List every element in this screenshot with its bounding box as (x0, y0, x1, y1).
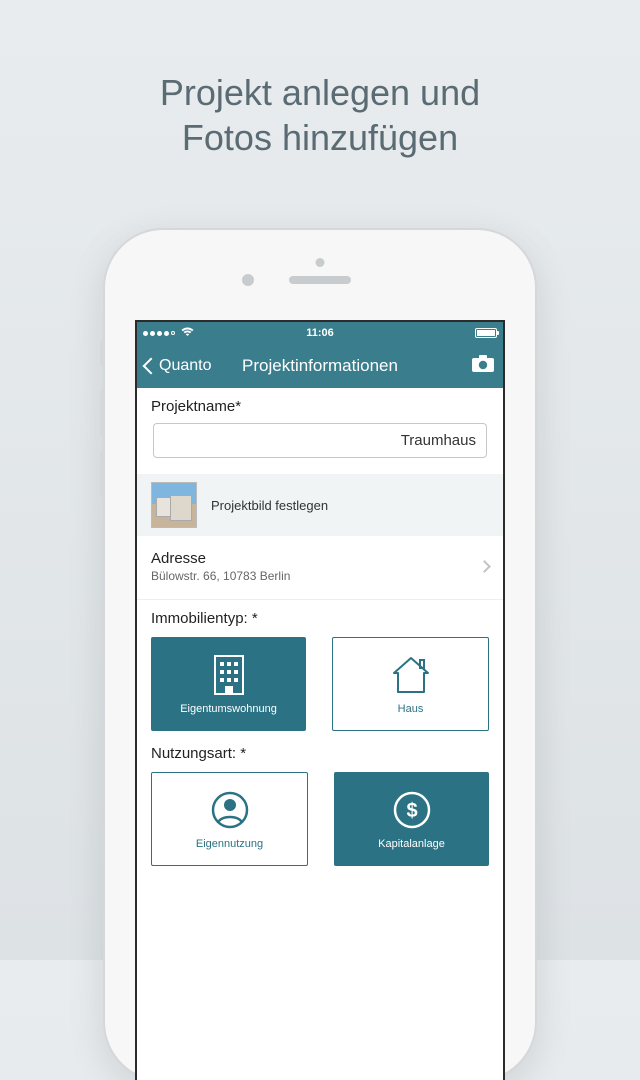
address-label: Adresse (151, 550, 480, 567)
promo-line1: Projekt anlegen und (0, 70, 640, 115)
tile-label: Eigentumswohnung (180, 703, 277, 715)
project-image-row[interactable]: Projektbild festlegen (137, 474, 503, 536)
project-image-thumb (151, 482, 197, 528)
screen: 11:06 Quanto Projektinformationen Projek… (135, 320, 505, 1080)
tile-label: Eigennutzung (196, 838, 263, 850)
phone-frame: 11:06 Quanto Projektinformationen Projek… (105, 230, 535, 1080)
projectname-value: Traumhaus (401, 432, 476, 449)
back-button[interactable]: Quanto (145, 357, 211, 375)
chevron-left-icon (143, 358, 160, 375)
status-bar: 11:06 (137, 322, 503, 344)
camera-button[interactable] (471, 354, 495, 378)
back-label: Quanto (159, 357, 211, 375)
signal-icon (143, 331, 175, 336)
dollar-icon: $ (392, 788, 432, 832)
project-image-label: Projektbild festlegen (211, 498, 328, 513)
phone-side-button (100, 390, 105, 436)
usage-type-own[interactable]: Eigennutzung (151, 772, 308, 866)
property-type-apartment[interactable]: Eigentumswohnung (151, 637, 306, 731)
nav-bar: Quanto Projektinformationen (137, 344, 503, 388)
tile-label: Haus (398, 703, 424, 715)
page-title: Projektinformationen (242, 356, 398, 376)
address-row[interactable]: Adresse Bülowstr. 66, 10783 Berlin (137, 536, 503, 600)
content: Projektname* Traumhaus Projektbild festl… (137, 388, 503, 870)
phone-side-button (100, 340, 105, 366)
phone-front-camera (242, 274, 254, 286)
usage-type-label: Nutzungsart: * (137, 735, 503, 766)
property-type-label: Immobilientyp: * (137, 600, 503, 631)
house-icon (390, 653, 432, 697)
phone-sensor (316, 258, 325, 267)
chevron-right-icon (478, 560, 491, 573)
address-value: Bülowstr. 66, 10783 Berlin (151, 569, 480, 583)
wifi-icon (181, 327, 194, 340)
projectname-input[interactable]: Traumhaus (153, 423, 487, 458)
person-icon (210, 788, 250, 832)
building-icon (214, 653, 244, 697)
svg-text:$: $ (406, 800, 417, 822)
status-time: 11:06 (306, 327, 334, 339)
property-type-house[interactable]: Haus (332, 637, 489, 731)
battery-icon (475, 328, 497, 338)
camera-icon (471, 354, 495, 373)
promo-line2: Fotos hinzufügen (0, 115, 640, 160)
usage-type-investment[interactable]: $ Kapitalanlage (334, 772, 489, 866)
tile-label: Kapitalanlage (378, 838, 445, 850)
phone-speaker (289, 276, 351, 284)
promo-title: Projekt anlegen und Fotos hinzufügen (0, 0, 640, 160)
phone-side-button (100, 450, 105, 496)
projectname-label: Projektname* (151, 398, 489, 415)
